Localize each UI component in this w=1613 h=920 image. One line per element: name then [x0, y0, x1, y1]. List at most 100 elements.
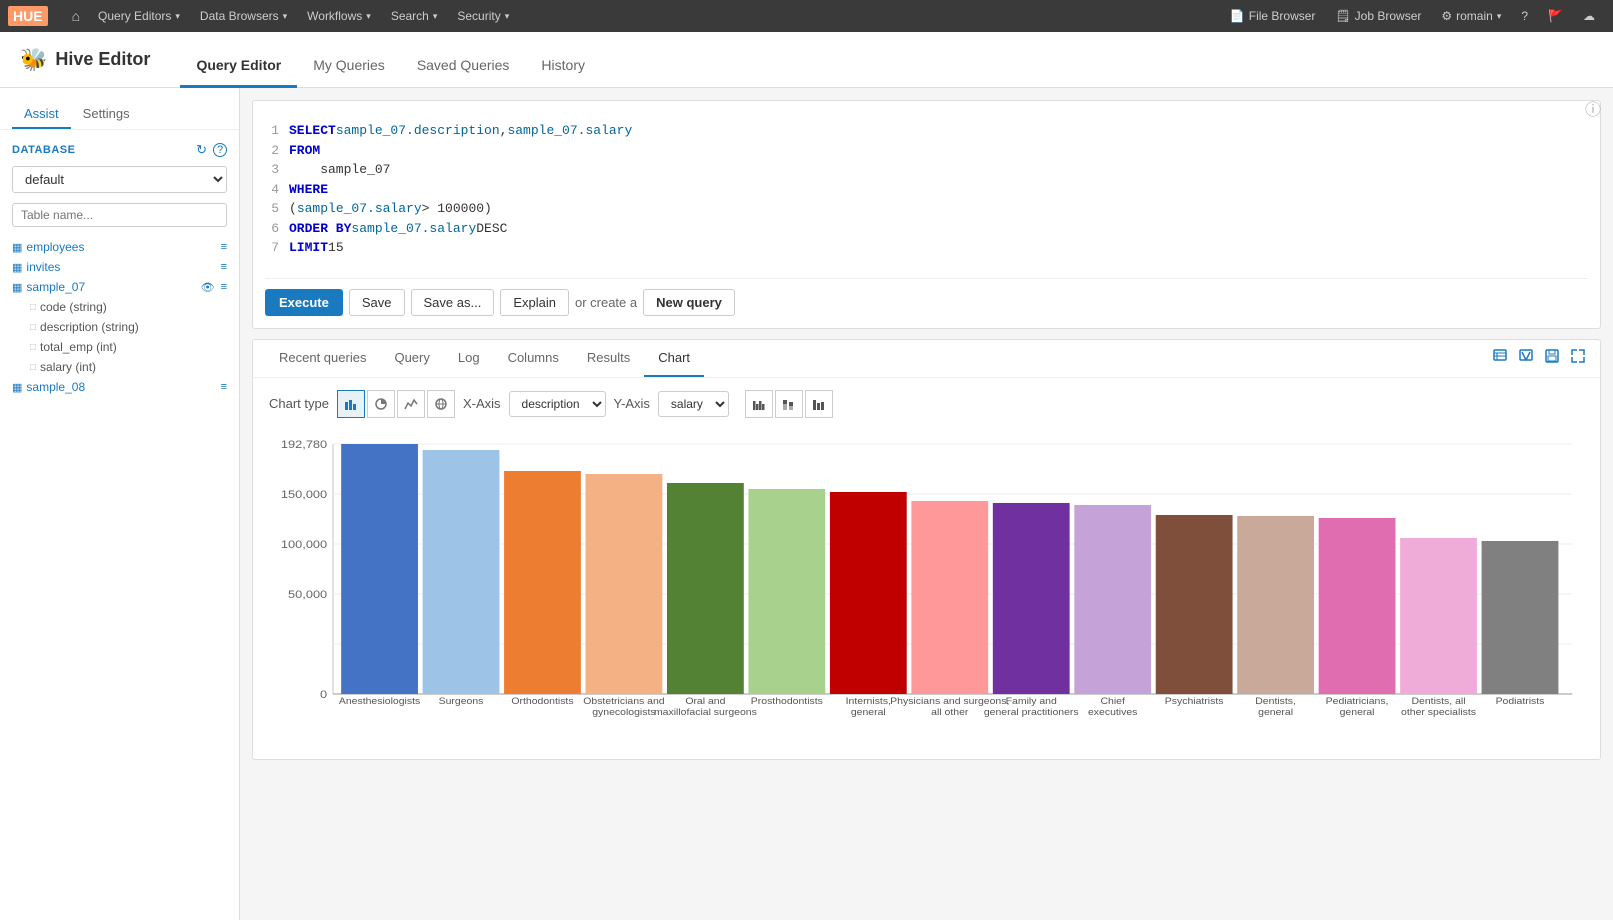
- chart-type-map-icon[interactable]: [427, 390, 455, 418]
- database-label: DATABASE: [12, 144, 190, 156]
- job-icon: 🗒: [1335, 9, 1350, 23]
- table-invites[interactable]: ▦ invites ≡: [12, 257, 227, 277]
- svg-text:50,000: 50,000: [288, 587, 328, 600]
- app-header: 🐝 Hive Editor Query Editor My Queries Sa…: [0, 32, 1613, 88]
- col-description[interactable]: □ description (string): [30, 317, 227, 337]
- tab-my-queries[interactable]: My Queries: [297, 32, 401, 88]
- sidebar-tab-settings[interactable]: Settings: [71, 100, 142, 129]
- chart-style-icons: [745, 390, 833, 418]
- tab-query-editor[interactable]: Query Editor: [180, 32, 297, 88]
- column-icon: □: [30, 342, 36, 353]
- chevron-down-icon: ▾: [283, 11, 288, 22]
- chart-style-grouped-icon[interactable]: [745, 390, 773, 418]
- help-icon[interactable]: ?: [213, 143, 227, 157]
- svg-text:Anesthesiologists: Anesthesiologists: [339, 696, 421, 706]
- editor-help-button[interactable]: ⓘ: [1585, 96, 1601, 120]
- tab-recent-queries[interactable]: Recent queries: [265, 340, 380, 377]
- download-csv-icon[interactable]: [1490, 346, 1510, 371]
- app-logo: HUE: [8, 6, 52, 26]
- column-icon: □: [30, 302, 36, 313]
- nav-search[interactable]: Search ▾: [381, 0, 448, 32]
- col-salary[interactable]: □ salary (int): [30, 357, 227, 377]
- new-query-button[interactable]: New query: [643, 289, 735, 316]
- svg-text:Psychiatrists: Psychiatrists: [1165, 696, 1224, 706]
- chart-type-bar-icon[interactable]: [337, 390, 365, 418]
- chart-type-label: Chart type: [269, 396, 329, 411]
- home-nav-item[interactable]: ⌂: [64, 8, 88, 24]
- chart-style-stacked-icon[interactable]: [775, 390, 803, 418]
- download-excel-icon[interactable]: [1516, 346, 1536, 371]
- tab-query[interactable]: Query: [380, 340, 443, 377]
- user-menu-nav[interactable]: ⚙ romain ▾: [1431, 0, 1511, 32]
- execute-button[interactable]: Execute: [265, 289, 343, 316]
- table-menu-icon[interactable]: ≡: [221, 381, 227, 393]
- table-search-input[interactable]: [12, 203, 227, 227]
- explain-button[interactable]: Explain: [500, 289, 569, 316]
- tab-chart[interactable]: Chart: [644, 340, 704, 377]
- database-select[interactable]: defaulttestsample: [12, 166, 227, 193]
- hue-logo-badge: HUE: [8, 6, 48, 26]
- file-icon: 📄: [1230, 9, 1245, 23]
- chart-type-pie-icon[interactable]: [367, 390, 395, 418]
- tab-columns[interactable]: Columns: [494, 340, 573, 377]
- svg-text:Prosthodontists: Prosthodontists: [751, 696, 823, 706]
- app-logo-header: 🐝 Hive Editor: [20, 47, 150, 73]
- svg-text:Orthodontists: Orthodontists: [511, 696, 573, 706]
- nav-security[interactable]: Security ▾: [447, 0, 519, 32]
- bar-chart: 192,780 150,000 100,000 50,000 0 Anesthe…: [269, 434, 1584, 747]
- help-nav[interactable]: ?: [1511, 0, 1538, 32]
- code-line-4: 4 WHERE: [265, 180, 1588, 200]
- svg-text:Podiatrists: Podiatrists: [1496, 696, 1545, 706]
- nav-workflows[interactable]: Workflows ▾: [297, 0, 381, 32]
- or-create-text: or create a: [575, 295, 637, 310]
- table-icon: ▦: [12, 381, 22, 394]
- col-total-emp[interactable]: □ total_emp (int): [30, 337, 227, 357]
- svg-text:Dentists, allother specialists: Dentists, allother specialists: [1401, 696, 1476, 717]
- nav-query-editors[interactable]: Query Editors ▾: [88, 0, 190, 32]
- refresh-icon[interactable]: ↻: [196, 142, 207, 158]
- chart-type-line-icon[interactable]: [397, 390, 425, 418]
- tab-results[interactable]: Results: [573, 340, 644, 377]
- col-code[interactable]: □ code (string): [30, 297, 227, 317]
- save-icon[interactable]: [1542, 346, 1562, 371]
- sidebar-tab-assist[interactable]: Assist: [12, 100, 71, 129]
- code-line-1: 1 SELECT sample_07.description, sample_0…: [265, 121, 1588, 141]
- tab-saved-queries[interactable]: Saved Queries: [401, 32, 526, 88]
- x-axis-select[interactable]: description: [509, 391, 606, 417]
- results-panel: Recent queries Query Log Columns Results…: [252, 339, 1601, 760]
- svg-text:Dentists,general: Dentists,general: [1255, 696, 1296, 717]
- sidebar: Assist Settings DATABASE ↻ ? defaulttest…: [0, 88, 240, 920]
- code-line-7: 7 LIMIT 15: [265, 238, 1588, 258]
- svg-text:Oral andmaxillofacial surgeons: Oral andmaxillofacial surgeons: [654, 696, 757, 717]
- job-browser-nav[interactable]: 🗒 Job Browser: [1325, 0, 1431, 32]
- eye-icon[interactable]: 👁: [201, 281, 215, 294]
- table-employees[interactable]: ▦ employees ≡: [12, 237, 227, 257]
- user-icon: ⚙: [1441, 9, 1452, 23]
- top-nav: HUE ⌂ Query Editors ▾ Data Browsers ▾ Wo…: [0, 0, 1613, 32]
- main-layout: Assist Settings DATABASE ↻ ? defaulttest…: [0, 88, 1613, 920]
- save-button[interactable]: Save: [349, 289, 405, 316]
- table-sample07[interactable]: ▦ sample_07 👁 ≡: [12, 277, 227, 297]
- nav-data-browsers[interactable]: Data Browsers ▾: [190, 0, 297, 32]
- table-menu-icon[interactable]: ≡: [221, 261, 227, 273]
- table-menu-icon[interactable]: ≡: [221, 281, 227, 293]
- top-nav-right: 📄 File Browser 🗒 Job Browser ⚙ romain ▾ …: [1220, 0, 1605, 32]
- cloud-nav[interactable]: ☁: [1573, 0, 1605, 32]
- chevron-down-icon: ▾: [366, 11, 371, 22]
- file-browser-nav[interactable]: 📄 File Browser: [1220, 0, 1326, 32]
- tab-history[interactable]: History: [525, 32, 601, 88]
- chevron-down-icon: ▾: [175, 11, 180, 22]
- table-icon: ▦: [12, 241, 22, 254]
- tab-log[interactable]: Log: [444, 340, 494, 377]
- results-action-buttons: [1490, 346, 1588, 371]
- code-editor[interactable]: 1 SELECT sample_07.description, sample_0…: [265, 113, 1588, 266]
- table-menu-icon[interactable]: ≡: [221, 241, 227, 253]
- y-axis-select[interactable]: salary: [658, 391, 729, 417]
- table-sample08[interactable]: ▦ sample_08 ≡: [12, 377, 227, 397]
- svg-text:Pediatricians,general: Pediatricians,general: [1326, 696, 1389, 717]
- save-as-button[interactable]: Save as...: [411, 289, 495, 316]
- hive-icon: 🐝: [20, 47, 47, 73]
- expand-icon[interactable]: [1568, 346, 1588, 371]
- flag-nav[interactable]: 🚩: [1538, 0, 1573, 32]
- chart-style-multibar-icon[interactable]: [805, 390, 833, 418]
